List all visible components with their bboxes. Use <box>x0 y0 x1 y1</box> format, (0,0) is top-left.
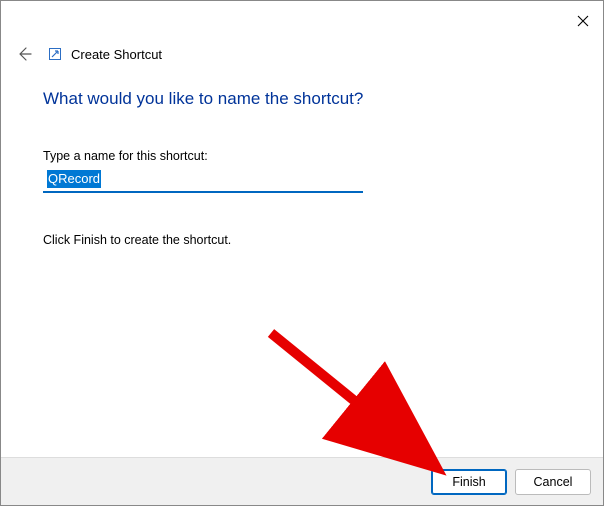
wizard-heading: What would you like to name the shortcut… <box>43 89 561 109</box>
cancel-button[interactable]: Cancel <box>515 469 591 495</box>
content-area: What would you like to name the shortcut… <box>1 63 603 457</box>
back-arrow-icon[interactable] <box>15 45 33 63</box>
close-icon[interactable] <box>577 15 589 27</box>
finish-button[interactable]: Finish <box>431 469 507 495</box>
titlebar <box>1 1 603 41</box>
footer-bar: Finish Cancel <box>1 457 603 505</box>
header-row: Create Shortcut <box>1 41 603 63</box>
shortcut-overlay-icon <box>49 48 61 60</box>
instruction-text: Click Finish to create the shortcut. <box>43 233 561 247</box>
shortcut-name-label: Type a name for this shortcut: <box>43 149 561 163</box>
wizard-window: Create Shortcut What would you like to n… <box>0 0 604 506</box>
shortcut-name-value: QRecord <box>47 170 101 188</box>
page-title: Create Shortcut <box>71 47 162 62</box>
shortcut-name-input[interactable]: QRecord <box>43 167 363 193</box>
